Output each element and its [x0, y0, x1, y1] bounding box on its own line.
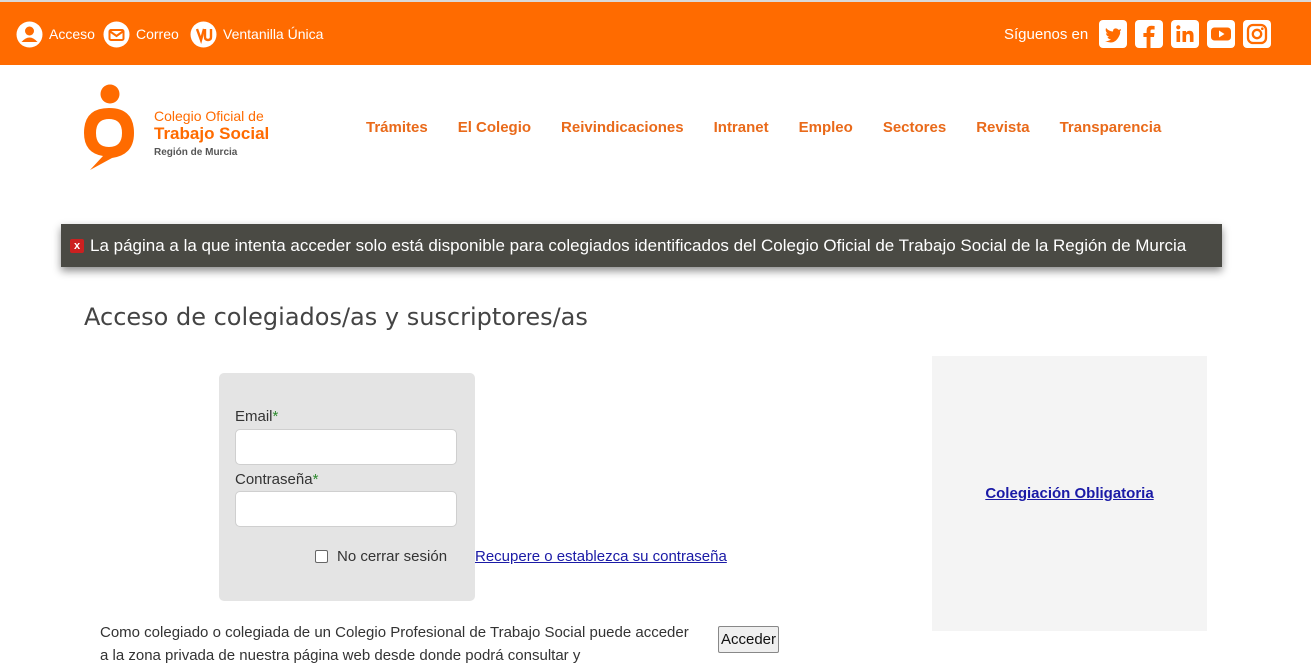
- email-label: Email*: [235, 408, 279, 425]
- nav-el-colegio[interactable]: El Colegio: [458, 119, 531, 136]
- main-nav: Trámites El Colegio Reivindicaciones Int…: [366, 119, 1191, 136]
- password-field[interactable]: [235, 491, 457, 527]
- access-alert: x La página a la que intenta acceder sol…: [61, 224, 1222, 267]
- mail-icon: [103, 21, 130, 47]
- colegiacion-link[interactable]: Colegiación Obligatoria: [985, 485, 1153, 502]
- topbar-acceso-label: Acceso: [49, 26, 95, 42]
- top-bar: Acceso Correo Ventanilla Única Síguenos …: [0, 0, 1311, 65]
- user-icon: [16, 21, 43, 47]
- nav-revista[interactable]: Revista: [976, 119, 1029, 136]
- topbar-correo-label: Correo: [136, 26, 179, 42]
- nav-reivindicaciones[interactable]: Reivindicaciones: [561, 119, 684, 136]
- linkedin-icon[interactable]: [1171, 20, 1199, 48]
- youtube-icon[interactable]: [1207, 20, 1235, 48]
- recover-password-link[interactable]: Recupere o establezca su contraseña: [475, 548, 727, 565]
- password-label: Contraseña*: [235, 471, 319, 488]
- follow-label: Síguenos en: [1004, 26, 1089, 43]
- nav-sectores[interactable]: Sectores: [883, 119, 946, 136]
- intro-text: Como colegiado o colegiada de un Colegio…: [100, 624, 689, 664]
- email-field[interactable]: [235, 429, 457, 465]
- remember-me[interactable]: No cerrar sesión: [315, 548, 447, 565]
- topbar-ventanilla-label: Ventanilla Única: [223, 26, 324, 42]
- topbar-acceso[interactable]: Acceso: [16, 19, 95, 49]
- sidebar-box: Colegiación Obligatoria: [932, 356, 1207, 631]
- instagram-icon[interactable]: [1243, 20, 1271, 48]
- submit-button[interactable]: Acceder: [718, 626, 779, 653]
- nav-tramites[interactable]: Trámites: [366, 119, 428, 136]
- nav-intranet[interactable]: Intranet: [714, 119, 769, 136]
- remember-label: No cerrar sesión: [337, 548, 448, 565]
- topbar-ventanilla[interactable]: Ventanilla Única: [190, 19, 323, 49]
- logo-line2: Trabajo Social: [154, 124, 270, 143]
- logo-line1: Colegio Oficial de: [154, 108, 264, 124]
- logo-line3: Región de Murcia: [154, 147, 238, 158]
- nav-transparencia[interactable]: Transparencia: [1060, 119, 1162, 136]
- page-title: Acceso de colegiados/as y suscriptores/a…: [84, 303, 588, 331]
- ventanilla-icon: [190, 21, 217, 47]
- alert-message: La página a la que intenta acceder solo …: [90, 235, 1187, 255]
- twitter-icon[interactable]: [1099, 20, 1127, 48]
- error-icon: x: [70, 238, 84, 253]
- facebook-icon[interactable]: [1135, 20, 1163, 48]
- topbar-correo[interactable]: Correo: [103, 19, 179, 49]
- remember-checkbox[interactable]: [315, 550, 328, 563]
- nav-empleo[interactable]: Empleo: [799, 119, 853, 136]
